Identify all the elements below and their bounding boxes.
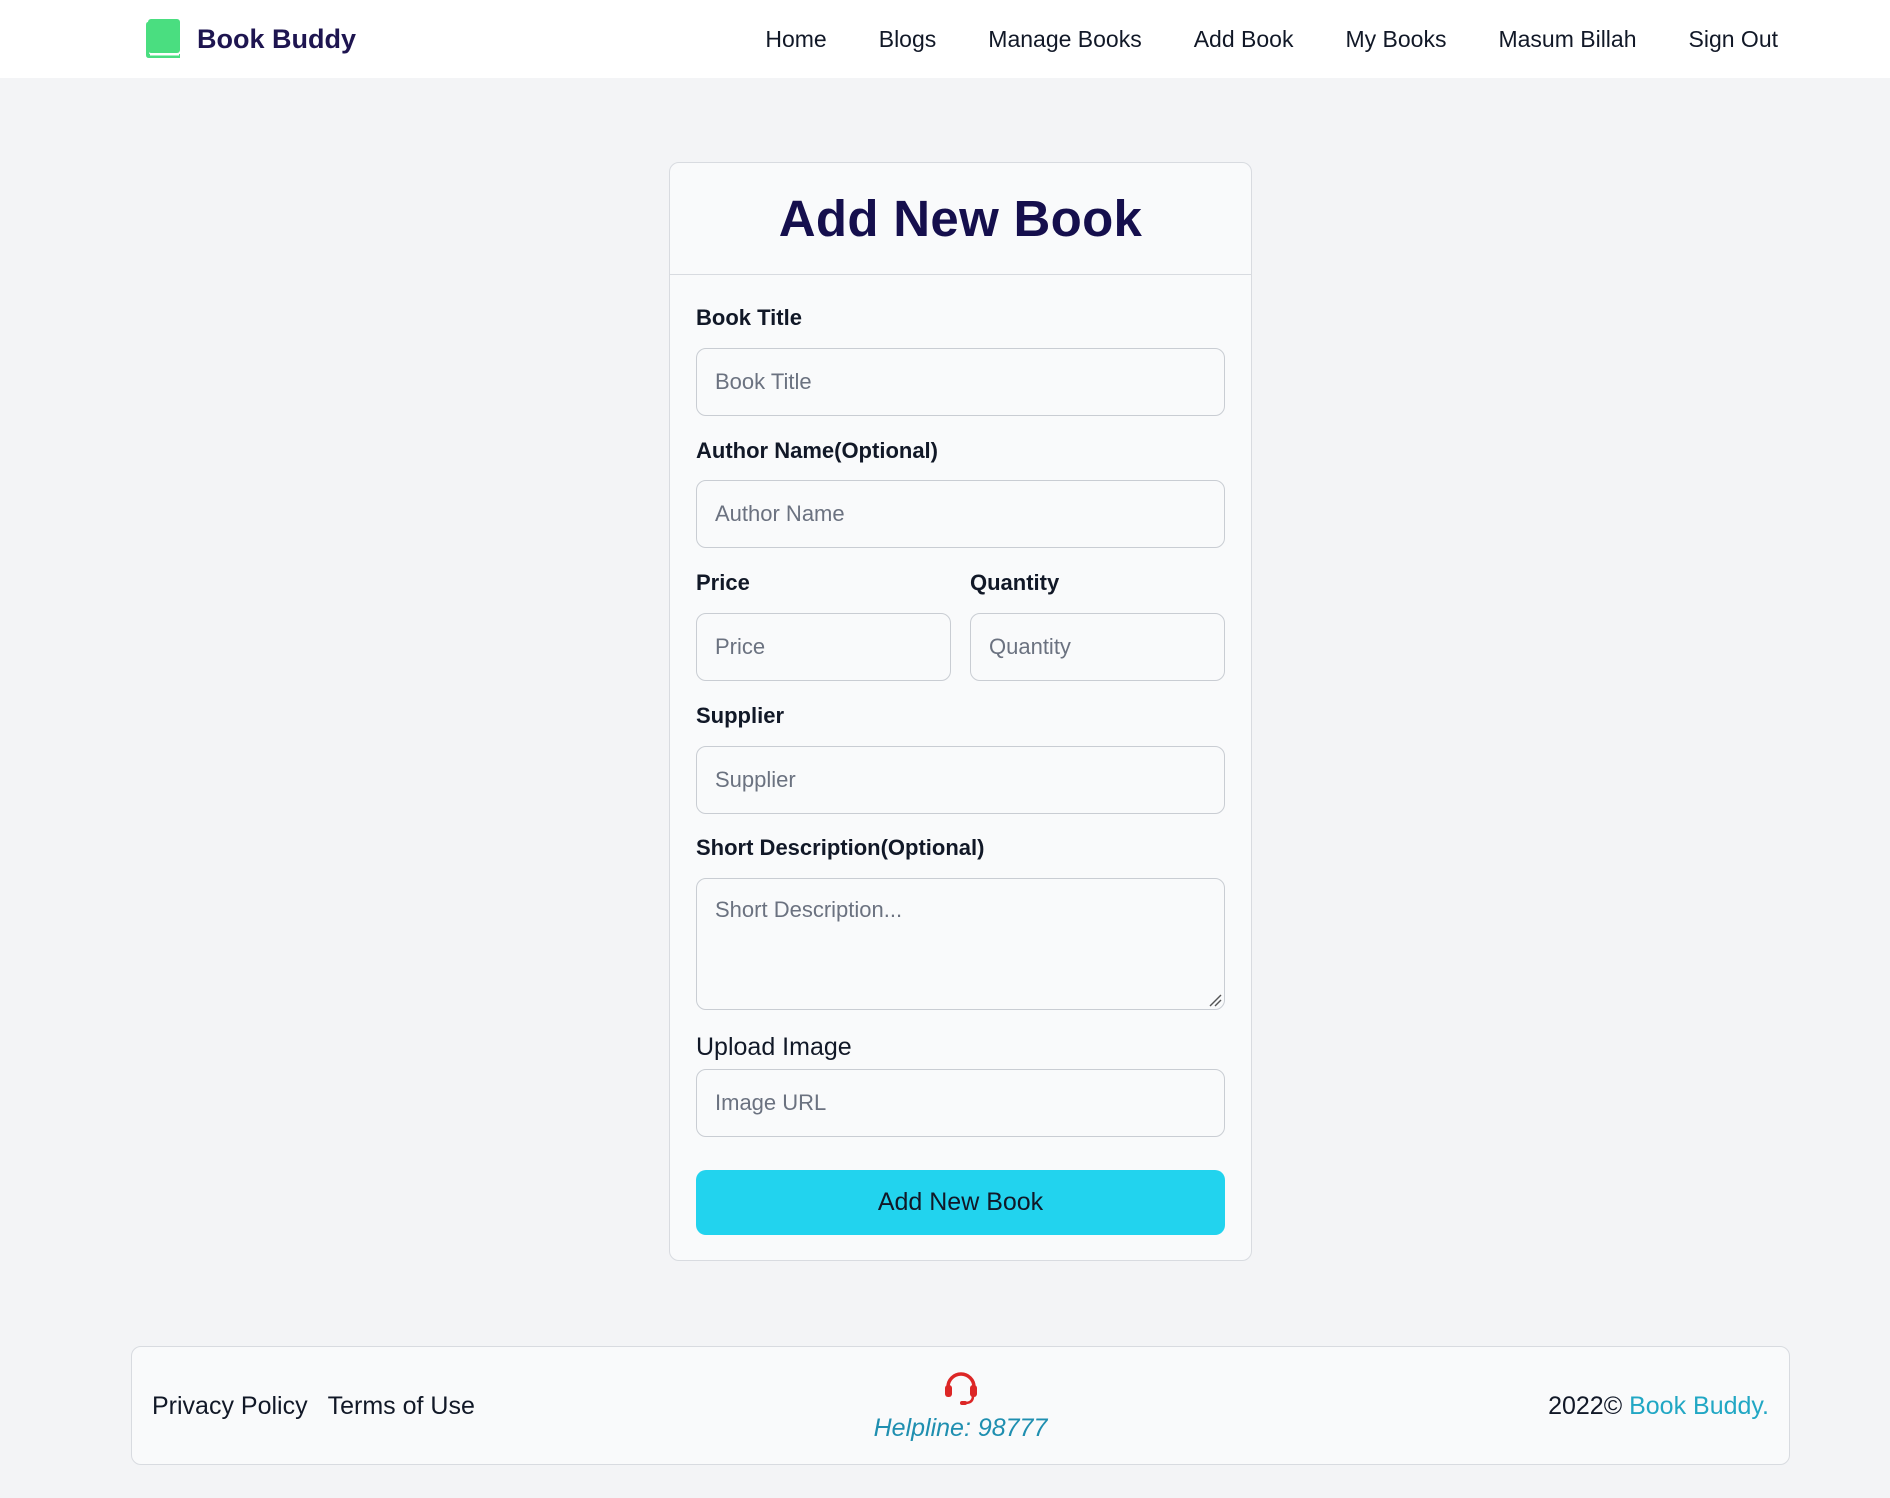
author-name-label: Author Name(Optional) [696,438,938,463]
quantity-label: Quantity [970,570,1060,595]
short-description-textarea[interactable] [696,878,1225,1010]
main-nav: Home Blogs Manage Books Add Book My Book… [765,22,1778,56]
copyright-brand-link[interactable]: Book Buddy. [1629,1392,1769,1420]
headset-icon [944,1372,977,1405]
nav-sign-out[interactable]: Sign Out [1689,22,1779,56]
nav-user-name[interactable]: Masum Billah [1498,22,1636,56]
short-description-label: Short Description(Optional) [696,835,985,860]
copyright: 2022© Book Buddy. [1548,1392,1769,1421]
image-url-input[interactable] [696,1069,1225,1137]
brand-logo-link[interactable]: Book Buddy [145,19,356,59]
brand-name: Book Buddy [197,23,356,54]
supplier-input[interactable] [696,746,1225,814]
helpline: Helpline: 98777 [132,1367,1789,1443]
helpline-text: Helpline: 98777 [873,1414,1048,1442]
navbar: Book Buddy Home Blogs Manage Books Add B… [0,0,1890,78]
price-label: Price [696,570,750,595]
nav-blogs[interactable]: Blogs [879,22,937,56]
price-input[interactable] [696,613,951,681]
supplier-label: Supplier [696,703,785,728]
page-title: Add New Book [778,190,1143,247]
book-icon [146,19,180,58]
add-new-book-button[interactable]: Add New Book [696,1170,1225,1235]
book-title-label: Book Title [696,305,802,330]
book-title-input[interactable] [696,348,1225,416]
add-book-card: Add New Book Book Title Author Name(Opti… [669,162,1252,1261]
quantity-input[interactable] [970,613,1225,681]
copyright-year: 2022© [1548,1392,1623,1420]
author-name-input[interactable] [696,480,1225,548]
nav-my-books[interactable]: My Books [1345,22,1446,56]
resize-handle-icon[interactable] [1208,993,1222,1007]
nav-home[interactable]: Home [765,22,826,56]
footer: Privacy Policy Terms of Use Helpline: 98… [131,1346,1790,1465]
card-header: Add New Book [670,163,1251,275]
upload-image-label: Upload Image [696,1033,852,1061]
nav-add-book[interactable]: Add Book [1194,22,1294,56]
nav-manage-books[interactable]: Manage Books [988,22,1141,56]
